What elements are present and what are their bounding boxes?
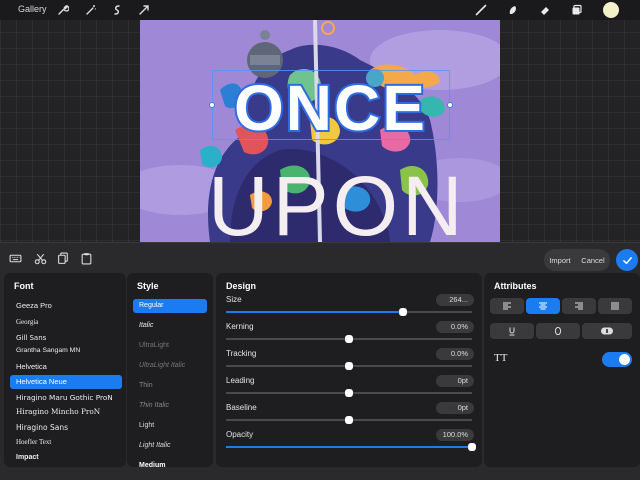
design-slider-opacity[interactable] xyxy=(226,443,476,451)
slider-fill xyxy=(226,311,404,313)
align-right-button[interactable] xyxy=(562,298,596,314)
slider-knob[interactable] xyxy=(345,335,353,343)
style-item[interactable]: Thin xyxy=(133,379,207,393)
art-text-line2: UPON xyxy=(208,159,467,242)
procreate-workspace: Gallery UPON ONCE Import Cancel Font Gee… xyxy=(0,0,640,480)
paste-icon[interactable] xyxy=(77,249,95,267)
design-value-kerning[interactable]: 0.0% xyxy=(436,321,474,333)
slider-knob[interactable] xyxy=(399,308,408,316)
design-slider-size[interactable] xyxy=(226,308,472,316)
style-item[interactable]: UltraLight xyxy=(133,339,207,353)
style-item[interactable]: Light xyxy=(133,419,207,433)
design-label-leading: Leading xyxy=(226,376,255,385)
outline-button[interactable] xyxy=(536,323,580,339)
style-item[interactable]: Thin Italic xyxy=(133,399,207,413)
brush-icon[interactable] xyxy=(474,3,488,17)
design-label-opacity: Opacity xyxy=(226,430,254,439)
font-item[interactable]: Helvetica xyxy=(10,360,122,374)
justify-icon xyxy=(611,302,619,310)
capsule-icon xyxy=(601,327,613,335)
font-item-selected[interactable]: Helvetica Neue xyxy=(10,375,122,389)
design-slider-tracking[interactable] xyxy=(226,362,472,370)
style-item[interactable]: UltraLight Italic xyxy=(133,359,207,373)
design-slider-baseline[interactable] xyxy=(226,416,472,424)
slider-knob[interactable] xyxy=(345,416,353,424)
design-column-title: Design xyxy=(226,281,257,291)
align-left-button[interactable] xyxy=(490,298,524,314)
justify-button[interactable] xyxy=(598,298,632,314)
align-right-icon xyxy=(575,302,583,310)
slider-knob[interactable] xyxy=(345,389,353,397)
all-caps-toggle[interactable] xyxy=(602,352,632,367)
font-item[interactable]: Hiragino Mincho ProN xyxy=(10,405,122,419)
layers-icon[interactable] xyxy=(570,3,584,17)
canvas-artwork[interactable]: UPON ONCE xyxy=(140,20,500,242)
confirm-button[interactable] xyxy=(616,249,638,271)
align-left-icon xyxy=(503,302,511,310)
style-item[interactable]: Medium xyxy=(133,459,207,467)
transform-arrow-icon[interactable] xyxy=(137,3,151,17)
style-item[interactable]: Italic xyxy=(133,319,207,333)
font-item[interactable]: Impact xyxy=(10,451,122,465)
font-item[interactable]: Hiragino Sans xyxy=(10,421,122,435)
font-item[interactable]: Geeza Pro xyxy=(10,299,122,313)
text-edit-panel: Import Cancel Font Geeza Pro Georgia Gill … xyxy=(0,242,640,480)
smudge-icon[interactable] xyxy=(506,3,520,17)
font-column: Font Geeza Pro Georgia Gill Sans Grantha Sa… xyxy=(4,273,126,467)
selection-icon[interactable] xyxy=(110,3,124,17)
style-column-title: Style xyxy=(137,281,159,291)
selection-handle-left[interactable] xyxy=(209,102,215,108)
align-center-button[interactable] xyxy=(526,298,560,314)
keyboard-icon[interactable] xyxy=(6,249,24,267)
style-column: Style Regular Italic UltraLight UltraLight … xyxy=(127,273,213,467)
art-text-line1[interactable]: ONCE xyxy=(232,74,427,142)
font-item[interactable]: Hiragino Maru Gothic ProN xyxy=(10,391,122,405)
all-caps-label: TT xyxy=(494,352,508,364)
design-value-leading[interactable]: 0pt xyxy=(436,375,474,387)
design-label-kerning: Kerning xyxy=(226,322,254,331)
design-slider-leading[interactable] xyxy=(226,389,472,397)
style-item-selected[interactable]: Regular xyxy=(133,299,207,313)
scissors-icon[interactable] xyxy=(31,249,49,267)
capsule-button[interactable] xyxy=(582,323,632,339)
design-label-size: Size xyxy=(226,295,242,304)
attributes-column: Attributes TT xyxy=(484,273,640,467)
align-center-icon xyxy=(539,302,547,310)
design-value-opacity[interactable]: 100.0% xyxy=(436,429,474,441)
slider-fill xyxy=(226,446,472,448)
design-label-tracking: Tracking xyxy=(226,349,257,358)
font-item[interactable]: Georgia xyxy=(10,315,122,329)
design-slider-kerning[interactable] xyxy=(226,335,472,343)
underline-button[interactable] xyxy=(490,323,534,339)
toggle-knob xyxy=(619,354,630,365)
wrench-icon[interactable] xyxy=(56,3,70,17)
checkmark-icon xyxy=(622,256,632,264)
color-swatch[interactable] xyxy=(603,2,619,18)
magic-wand-icon[interactable] xyxy=(84,3,98,17)
design-label-baseline: Baseline xyxy=(226,403,257,412)
copy-icon[interactable] xyxy=(54,249,72,267)
style-item[interactable]: Light Italic xyxy=(133,439,207,453)
font-item[interactable]: Gill Sans xyxy=(10,331,122,345)
slider-knob[interactable] xyxy=(468,443,476,451)
design-value-tracking[interactable]: 0.0% xyxy=(436,348,474,360)
slider-knob[interactable] xyxy=(345,362,353,370)
attributes-column-title: Attributes xyxy=(494,281,537,291)
import-cancel-group: Import Cancel xyxy=(544,249,610,271)
design-column: Design Size 264... Kerning 0.0% Tracking 0.0%… xyxy=(216,273,482,467)
outline-icon xyxy=(554,326,562,336)
design-value-baseline[interactable]: 0pt xyxy=(436,402,474,414)
font-item[interactable]: Hoefler Text xyxy=(10,435,122,449)
import-button[interactable]: Import xyxy=(549,256,570,265)
design-value-size[interactable]: 264... xyxy=(436,294,474,306)
selection-handle-right[interactable] xyxy=(447,102,453,108)
gallery-button[interactable]: Gallery xyxy=(18,4,47,14)
eraser-icon[interactable] xyxy=(538,3,552,17)
font-item[interactable]: Grantha Sangam MN xyxy=(10,344,122,358)
underline-icon xyxy=(509,327,515,336)
top-toolbar: Gallery xyxy=(0,0,640,20)
cancel-button[interactable]: Cancel xyxy=(581,256,604,265)
font-column-title: Font xyxy=(14,281,34,291)
